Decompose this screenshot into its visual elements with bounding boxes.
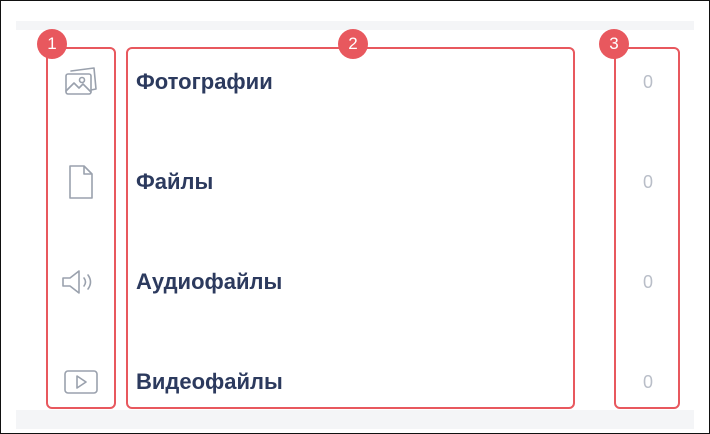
annotation-marker-2: 2 (338, 29, 368, 59)
video-play-icon (60, 362, 102, 402)
media-row-photos[interactable]: Фотографии 0 (0, 62, 710, 102)
file-icon (60, 162, 102, 202)
media-count-video: 0 (642, 372, 653, 392)
media-label-video: Видеофайлы (136, 369, 283, 394)
media-count-audio: 0 (642, 272, 653, 292)
media-count-photos: 0 (642, 72, 653, 92)
annotation-marker-3: 3 (599, 29, 629, 59)
media-row-audio[interactable]: Аудиофайлы 0 (0, 262, 710, 302)
media-label-photos: Фотографии (136, 69, 273, 94)
media-label-files: Файлы (136, 169, 214, 194)
media-count-files: 0 (642, 172, 653, 192)
media-row-video[interactable]: Видеофайлы 0 (0, 362, 710, 402)
annotation-marker-1: 1 (37, 29, 67, 59)
photo-icon (60, 62, 102, 102)
media-label-audio: Аудиофайлы (136, 269, 283, 294)
speaker-icon (60, 262, 102, 302)
media-row-files[interactable]: Файлы 0 (0, 162, 710, 202)
